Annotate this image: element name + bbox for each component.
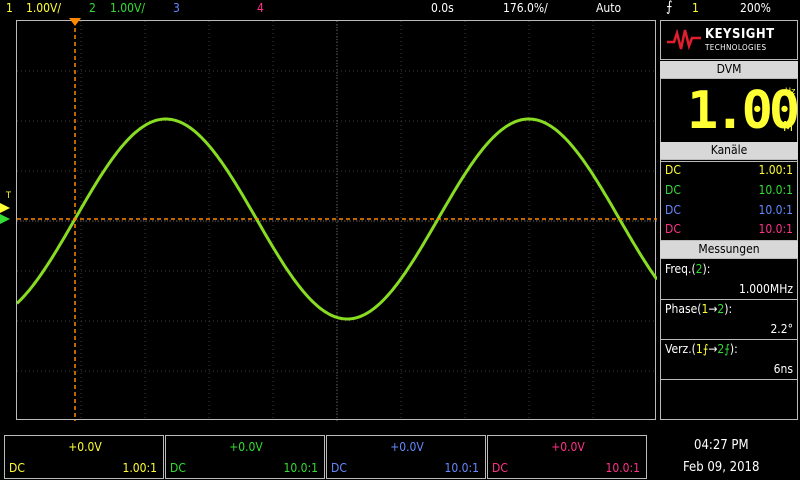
footer-ch3-probe: 10.0:1 — [444, 461, 479, 475]
trigger-mode[interactable]: Auto — [596, 1, 621, 15]
panel-ch4-coupling[interactable]: DC — [665, 222, 681, 236]
trigger-marker[interactable]: T — [6, 191, 11, 201]
time-delay[interactable]: 0.0s — [431, 1, 454, 15]
ch2-scale[interactable]: 1.00V/ — [110, 1, 145, 15]
ch4-number[interactable]: 4 — [257, 1, 264, 15]
side-panel: KEYSIGHT TECHNOLOGIES DVM 1.00 Hz M Kanä… — [660, 20, 800, 420]
dvm-unit-hz: Hz — [785, 87, 796, 97]
graticule — [15, 21, 659, 421]
brand-subtitle: TECHNOLOGIES — [705, 43, 767, 52]
brand-logo: KEYSIGHT TECHNOLOGIES — [660, 20, 798, 60]
delay-label: Verz.(1⨍→2⨍): — [665, 342, 738, 356]
trigger-position-marker[interactable] — [69, 18, 81, 26]
footer-ch4-coupling: DC — [492, 461, 508, 475]
waveform-display[interactable] — [15, 20, 659, 421]
ch2-number[interactable]: 2 — [89, 1, 96, 15]
footer-ch3-coupling: DC — [331, 461, 347, 475]
time-scale[interactable]: 176.0%/ — [503, 1, 548, 15]
freq-value: 1.000MHz — [739, 282, 793, 296]
clock-time: 04:27 PM — [694, 438, 749, 453]
dvm-unit-m: M — [783, 120, 794, 135]
footer-ch4-offset: +0.0V — [551, 440, 585, 454]
panel-ch1-coupling[interactable]: DC — [665, 163, 681, 177]
panel-ch3-probe[interactable]: 10.0:1 — [758, 203, 793, 217]
ch2-ground-marker[interactable] — [0, 214, 10, 224]
channels-header[interactable]: Kanäle — [660, 142, 798, 159]
ch1-number[interactable]: 1 — [6, 1, 13, 15]
footer-ch4-probe: 10.0:1 — [605, 461, 640, 475]
footer-ch2-offset: +0.0V — [229, 440, 263, 454]
footer-ch1-probe: 1.00:1 — [122, 461, 157, 475]
ch3-number[interactable]: 3 — [173, 1, 180, 15]
panel-ch1-probe[interactable]: 1.00:1 — [758, 163, 793, 177]
trigger-source[interactable]: 1 — [692, 1, 699, 15]
footer-ch4[interactable]: +0.0V DC 10.0:1 — [487, 435, 647, 479]
channel-footer: +0.0V DC 1.00:1 +0.0V DC 10.0:1 +0.0V DC… — [0, 433, 800, 480]
dvm-value: 1.00 — [687, 81, 800, 141]
measurements-box: Freq.(2): 1.000MHz Phase(1→2): 2.2° Verz… — [660, 258, 798, 420]
keysight-wave-icon — [667, 29, 701, 51]
footer-ch2[interactable]: +0.0V DC 10.0:1 — [165, 435, 325, 479]
trigger-edge-icon: ⨍ — [666, 0, 673, 15]
measurements-header[interactable]: Messungen — [660, 241, 798, 258]
footer-ch1[interactable]: +0.0V DC 1.00:1 — [4, 435, 164, 479]
freq-label: Freq.(2): — [665, 262, 711, 276]
trigger-level[interactable]: 200% — [740, 1, 771, 15]
channels-box: DC 1.00:1 DC 10.0:1 DC 10.0:1 DC 10.0:1 — [660, 159, 798, 241]
panel-ch2-probe[interactable]: 10.0:1 — [758, 183, 793, 197]
footer-ch1-coupling: DC — [9, 461, 25, 475]
footer-ch2-probe: 10.0:1 — [283, 461, 318, 475]
delay-value: 6ns — [773, 362, 793, 376]
brand-name: KEYSIGHT — [705, 27, 775, 42]
dvm-header[interactable]: DVM — [660, 61, 798, 78]
panel-ch3-coupling[interactable]: DC — [665, 203, 681, 217]
ch1-scale[interactable]: 1.00V/ — [26, 1, 61, 15]
panel-ch2-coupling[interactable]: DC — [665, 183, 681, 197]
footer-ch2-coupling: DC — [170, 461, 186, 475]
footer-ch3-offset: +0.0V — [390, 440, 424, 454]
footer-ch3[interactable]: +0.0V DC 10.0:1 — [326, 435, 486, 479]
phase-label: Phase(1→2): — [665, 302, 733, 316]
status-bar: 1 1.00V/ 2 1.00V/ 3 4 0.0s 176.0%/ Auto … — [0, 0, 800, 18]
footer-ch1-offset: +0.0V — [68, 440, 102, 454]
panel-ch4-probe[interactable]: 10.0:1 — [758, 222, 793, 236]
phase-value: 2.2° — [770, 322, 793, 336]
clock-date: Feb 09, 2018 — [683, 460, 760, 475]
ch1-ground-marker[interactable] — [0, 203, 10, 213]
